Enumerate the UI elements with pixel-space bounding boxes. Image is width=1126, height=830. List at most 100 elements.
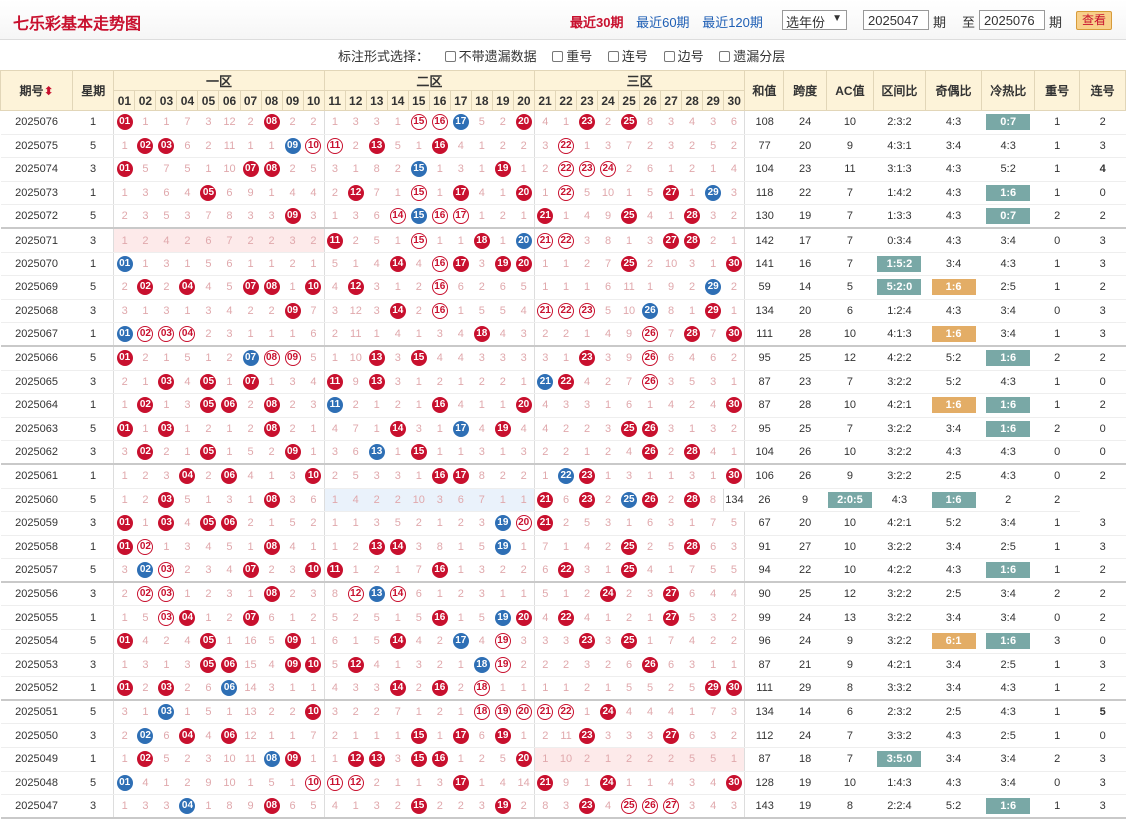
omission-value: 1: [429, 440, 451, 466]
omission-value: 3: [218, 488, 240, 513]
checkbox[interactable]: [444, 51, 456, 62]
omission-value: 2: [303, 605, 325, 631]
option-omission-layer[interactable]: 遗漏分层: [719, 49, 785, 64]
omission-value: 5: [492, 747, 514, 772]
drawn-number-ball: 23: [579, 727, 596, 744]
link-recent-120[interactable]: 最近120期: [702, 15, 763, 30]
sum-cell: 108: [744, 110, 784, 135]
drawn-number-cell: 24: [597, 582, 619, 607]
drawn-number-cell: 10: [303, 700, 325, 725]
omission-value: 2: [618, 605, 640, 631]
drawn-number-ball: 21: [537, 491, 554, 508]
omission-value: 1: [429, 417, 451, 442]
omission-value: 2: [345, 605, 367, 631]
drawn-number-cell: 16: [429, 299, 451, 324]
omission-value: 2: [471, 370, 493, 395]
omission-value: 1: [261, 723, 283, 749]
omission-value: 1: [681, 511, 703, 536]
omission-value: 7: [303, 299, 325, 324]
omission-value: 1: [450, 228, 472, 253]
zone-ratio-cell: 1:2:4: [873, 299, 926, 324]
omission-value: 2: [218, 605, 240, 631]
omission-value: 1: [471, 134, 493, 159]
omission-value: 1: [555, 676, 577, 702]
checkbox[interactable]: [552, 51, 564, 62]
omission-value: 3: [555, 629, 577, 654]
omission-value: 2: [408, 511, 430, 536]
drawn-number-ball: 16: [431, 208, 448, 225]
issue-cell: 2025066: [0, 346, 73, 371]
sum-cell: 118: [744, 181, 784, 206]
ac-cell: 7: [826, 747, 874, 772]
omission-value: 5: [197, 700, 219, 725]
drawn-number-ball: 22: [558, 232, 575, 249]
omission-value: 1: [555, 110, 577, 135]
drawn-number-ball: 04: [179, 609, 196, 626]
drawn-number-ball: 25: [621, 208, 638, 225]
omission-value: 4: [660, 771, 682, 796]
omission-value: 2: [555, 511, 577, 536]
year-select[interactable]: 选年份 ▼: [782, 10, 847, 30]
sum-cell: 130: [744, 204, 784, 230]
omission-value: 5: [387, 134, 409, 159]
odd-even-cell: 1:6: [925, 393, 982, 418]
checkbox[interactable]: [607, 51, 619, 62]
zone-ratio-cell: 3:2:2: [873, 629, 926, 654]
option-repeat[interactable]: 重号: [552, 49, 592, 64]
omission-value: 2: [387, 157, 409, 182]
drawn-number-cell: 11: [323, 228, 346, 253]
omission-value: 7: [176, 110, 198, 135]
option-consecutive[interactable]: 连号: [607, 49, 648, 64]
omission-value: 3: [345, 676, 367, 702]
to-issue-input[interactable]: 2025076: [979, 10, 1045, 30]
drawn-number-cell: 07: [240, 558, 262, 584]
drawn-number-ball: 05: [200, 633, 217, 650]
omission-value: 1: [702, 464, 724, 489]
option-edge[interactable]: 边号: [663, 49, 704, 64]
repeat-cell: 0: [1034, 299, 1080, 324]
omission-value: 3: [429, 322, 451, 348]
omission-value: 3: [681, 771, 703, 796]
omission-value: 3: [387, 464, 409, 489]
drawn-number-cell: 13: [366, 346, 388, 371]
checkbox[interactable]: [719, 51, 731, 62]
omission-value: 2: [492, 464, 514, 489]
query-button[interactable]: 查看: [1076, 11, 1112, 30]
omission-value: 4: [681, 629, 703, 654]
sum-cell: 141: [744, 252, 784, 277]
drawn-number-cell: 18: [471, 322, 493, 348]
omission-value: 3: [450, 157, 472, 182]
omission-value: 1: [639, 771, 661, 796]
omission-value: 5: [681, 747, 703, 772]
table-row: 2025048 5 01 4 1 2 9 10 1 5 1 10 11 12 2 1 1 3 17 1 4 14 21 9 1 2…: [0, 771, 1126, 796]
omission-value: 1: [261, 370, 283, 395]
link-recent-60[interactable]: 最近60期: [636, 15, 689, 30]
sum-cell: 67: [744, 511, 784, 536]
omission-value: 1: [492, 440, 514, 466]
omission-value: 2: [576, 676, 598, 702]
sum-cell: 87: [744, 747, 784, 772]
option-no-omission[interactable]: 不带遗漏数据: [444, 49, 537, 64]
table-row: 2025067 1 01 02 03 04 2 3 1 1 1 6 2 11 1 4 1 3 4 18 4 3 2 2 1 4 9 2…: [0, 322, 1126, 348]
link-recent-30[interactable]: 最近30期: [570, 15, 623, 30]
drawn-number-ball: 30: [725, 255, 742, 272]
drawn-number-ball: 26: [642, 350, 659, 367]
omission-value: 5: [702, 134, 724, 159]
from-issue-input[interactable]: 2025047: [863, 10, 929, 30]
omission-value: 2: [240, 299, 262, 324]
span-cell: 14: [783, 700, 827, 725]
issue-cell: 2025071: [0, 228, 73, 253]
drawn-number-ball: 24: [600, 161, 617, 178]
drawn-number-cell: 22: [555, 464, 577, 489]
omission-value: 1: [513, 204, 535, 230]
special-number-ball: 29: [705, 279, 722, 296]
odd-even-cell: 3:4: [925, 653, 982, 678]
omission-value: 2: [555, 322, 577, 348]
omission-value: 3: [155, 299, 177, 324]
omission-value: 1: [240, 535, 262, 560]
checkbox[interactable]: [663, 51, 675, 62]
issue-header[interactable]: 期号⬍: [0, 70, 74, 111]
omission-value: 1: [450, 558, 472, 584]
omission-value: 2: [723, 629, 745, 654]
special-number-ball: 15: [410, 161, 427, 178]
